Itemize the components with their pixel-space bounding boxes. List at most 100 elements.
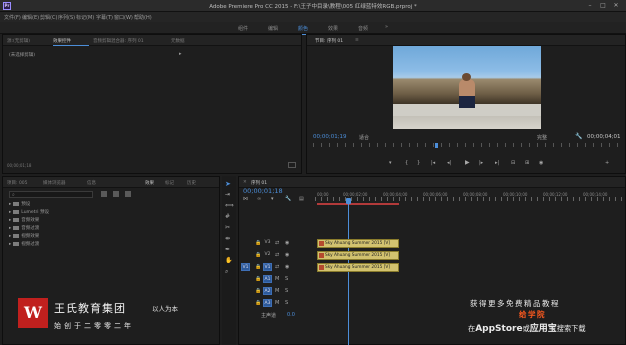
solo-icon[interactable]: S bbox=[285, 276, 288, 282]
tab-media-browser[interactable]: 媒体浏览器 bbox=[43, 180, 66, 186]
quality-dropdown[interactable]: 完整 bbox=[537, 134, 547, 141]
sync-lock-icon[interactable]: ⇄ bbox=[275, 240, 279, 246]
track-label[interactable]: A3 bbox=[263, 299, 272, 307]
menu-clip[interactable]: 剪辑(C) bbox=[40, 14, 57, 21]
go-to-in-icon[interactable]: |◂ bbox=[431, 160, 435, 166]
pen-tool-icon[interactable]: ✒ bbox=[225, 246, 230, 253]
close-icon[interactable]: ✕ bbox=[611, 2, 621, 10]
master-volume[interactable]: 0.0 bbox=[287, 312, 295, 318]
timeline-ruler[interactable] bbox=[315, 197, 625, 201]
source-patch-v1[interactable]: V1 bbox=[241, 263, 250, 271]
folder-audio-effects[interactable]: ▸ 音频效果 bbox=[9, 217, 39, 223]
sync-lock-icon[interactable]: ⇄ bbox=[275, 252, 279, 258]
add-marker-icon[interactable]: ▾ bbox=[271, 196, 274, 202]
menu-window[interactable]: 窗口(W) bbox=[114, 14, 133, 21]
clip-v2[interactable]: Sky Ahuang Summer 2015 [V] bbox=[317, 251, 399, 260]
hand-tool-icon[interactable]: ✋ bbox=[225, 257, 232, 264]
lock-icon[interactable]: 🔒 bbox=[255, 252, 261, 258]
mute-icon[interactable]: M bbox=[275, 276, 279, 282]
menu-sequence[interactable]: 序列(S) bbox=[58, 14, 75, 21]
wrench-icon[interactable]: 🔧 bbox=[575, 133, 582, 140]
eye-icon[interactable]: ◉ bbox=[285, 240, 289, 246]
tab-effect-controls[interactable]: 效果控件 bbox=[53, 38, 71, 44]
slip-tool-icon[interactable]: ⇹ bbox=[225, 235, 230, 242]
eye-icon[interactable]: ◉ bbox=[285, 264, 289, 270]
workspace-tab-audio[interactable]: 音频 bbox=[358, 25, 368, 32]
export-frame-icon[interactable]: ◉ bbox=[539, 160, 543, 166]
tab-audio-clip-mixer[interactable]: 音频剪辑混合器: 序列 01 bbox=[93, 38, 144, 44]
program-timecode-left[interactable]: 00;00;01;19 bbox=[313, 134, 347, 140]
solo-icon[interactable]: S bbox=[285, 288, 288, 294]
accelerated-effects-icon[interactable] bbox=[101, 191, 107, 197]
lock-icon[interactable]: 🔒 bbox=[255, 264, 261, 270]
solo-icon[interactable]: S bbox=[285, 300, 288, 306]
menu-help[interactable]: 帮助(H) bbox=[134, 14, 152, 21]
clip-v1[interactable]: Sky Ahuang Summer 2015 [V] bbox=[317, 263, 399, 272]
menu-marker[interactable]: 标记(M) bbox=[76, 14, 94, 21]
tab-metadata[interactable]: 元数据 bbox=[171, 38, 185, 44]
clip-v3[interactable]: Sky Ahuang Summer 2015 [V] bbox=[317, 239, 399, 248]
track-label[interactable]: V3 bbox=[263, 239, 272, 247]
tab-history[interactable]: 历史 bbox=[187, 180, 196, 186]
timeline-timecode[interactable]: 00;00;01;18 bbox=[243, 187, 283, 195]
folder-presets[interactable]: ▸ 预设 bbox=[9, 201, 30, 207]
maximize-icon[interactable]: □ bbox=[598, 2, 608, 10]
folder-lumetri-presets[interactable]: ▸ Lumetri 预设 bbox=[9, 209, 49, 215]
folder-video-effects[interactable]: ▸ 视频效果 bbox=[9, 233, 39, 239]
linked-selection-icon[interactable]: ∞ bbox=[257, 196, 261, 202]
32bit-effects-icon[interactable] bbox=[113, 191, 119, 197]
folder-audio-transitions[interactable]: ▸ 音频过渡 bbox=[9, 225, 39, 231]
expand-arrow-icon[interactable]: ▸ bbox=[179, 51, 182, 57]
track-select-tool-icon[interactable]: ⇥ bbox=[225, 191, 230, 198]
menu-title[interactable]: 字幕(T) bbox=[96, 14, 113, 21]
tab-effects[interactable]: 效果 bbox=[145, 180, 154, 186]
tab-sequence[interactable]: 序列 01 bbox=[251, 180, 267, 186]
effects-search-input[interactable]: ⌕ bbox=[9, 191, 93, 198]
lift-icon[interactable]: ⊟ bbox=[511, 160, 515, 166]
step-forward-icon[interactable]: |▸ bbox=[479, 160, 483, 166]
tab-source[interactable]: 源:(无剪辑) bbox=[7, 38, 30, 44]
yuv-effects-icon[interactable] bbox=[125, 191, 131, 197]
sync-lock-icon[interactable]: ⇄ bbox=[275, 264, 279, 270]
razor-tool-icon[interactable]: ✂ bbox=[225, 224, 230, 231]
track-label[interactable]: V2 bbox=[263, 251, 272, 259]
track-label[interactable]: A1 bbox=[263, 275, 272, 283]
timeline-settings-icon[interactable]: 🔧 bbox=[285, 196, 291, 202]
minimize-icon[interactable]: – bbox=[585, 2, 595, 10]
track-label[interactable]: V1 bbox=[263, 263, 272, 271]
mark-out-icon[interactable]: } bbox=[417, 160, 420, 166]
tab-markers[interactable]: 标记 bbox=[165, 180, 174, 186]
lock-icon[interactable]: 🔒 bbox=[255, 276, 261, 282]
zoom-tool-icon[interactable]: ⌕ bbox=[225, 268, 228, 276]
lock-icon[interactable]: 🔒 bbox=[255, 300, 261, 306]
extract-icon[interactable]: ⊞ bbox=[525, 160, 529, 166]
mark-in-icon[interactable]: { bbox=[405, 160, 408, 166]
tab-info[interactable]: 信息 bbox=[87, 180, 96, 186]
workspace-tab-editing[interactable]: 编辑 bbox=[268, 25, 278, 32]
fit-dropdown[interactable]: 适合 bbox=[359, 134, 369, 141]
lock-icon[interactable]: 🔒 bbox=[255, 288, 261, 294]
menu-edit[interactable]: 编辑(E) bbox=[22, 14, 39, 21]
tab-project[interactable]: 项目: 005 bbox=[7, 180, 28, 186]
menu-file[interactable]: 文件(F) bbox=[4, 14, 21, 21]
export-frame-icon[interactable] bbox=[288, 162, 296, 168]
tab-program[interactable]: 节目: 序列 01 bbox=[315, 38, 343, 44]
timeline-close-icon[interactable]: ✕ bbox=[243, 180, 247, 185]
add-marker-icon[interactable]: ▾ bbox=[389, 160, 392, 166]
lock-icon[interactable]: 🔒 bbox=[255, 240, 261, 246]
workspace-more-icon[interactable]: » bbox=[385, 24, 388, 30]
workspace-tab-color[interactable]: 颜色 bbox=[298, 25, 309, 35]
track-label[interactable]: A2 bbox=[263, 287, 272, 295]
folder-video-transitions[interactable]: ▸ 视频过渡 bbox=[9, 241, 39, 247]
go-to-out-icon[interactable]: ▸| bbox=[495, 160, 499, 166]
step-back-icon[interactable]: ◂| bbox=[447, 160, 451, 166]
captions-icon[interactable]: ▤ bbox=[299, 196, 304, 202]
workspace-tab-assembly[interactable]: 组件 bbox=[238, 25, 248, 32]
workspace-tab-effects[interactable]: 效果 bbox=[328, 25, 338, 32]
eye-icon[interactable]: ◉ bbox=[285, 252, 289, 258]
mute-icon[interactable]: M bbox=[275, 300, 279, 306]
selection-tool-icon[interactable]: ➤ bbox=[225, 180, 231, 188]
mute-icon[interactable]: M bbox=[275, 288, 279, 294]
rolling-edit-tool-icon[interactable]: # bbox=[225, 213, 230, 220]
ripple-edit-tool-icon[interactable]: ⟺ bbox=[225, 202, 234, 209]
